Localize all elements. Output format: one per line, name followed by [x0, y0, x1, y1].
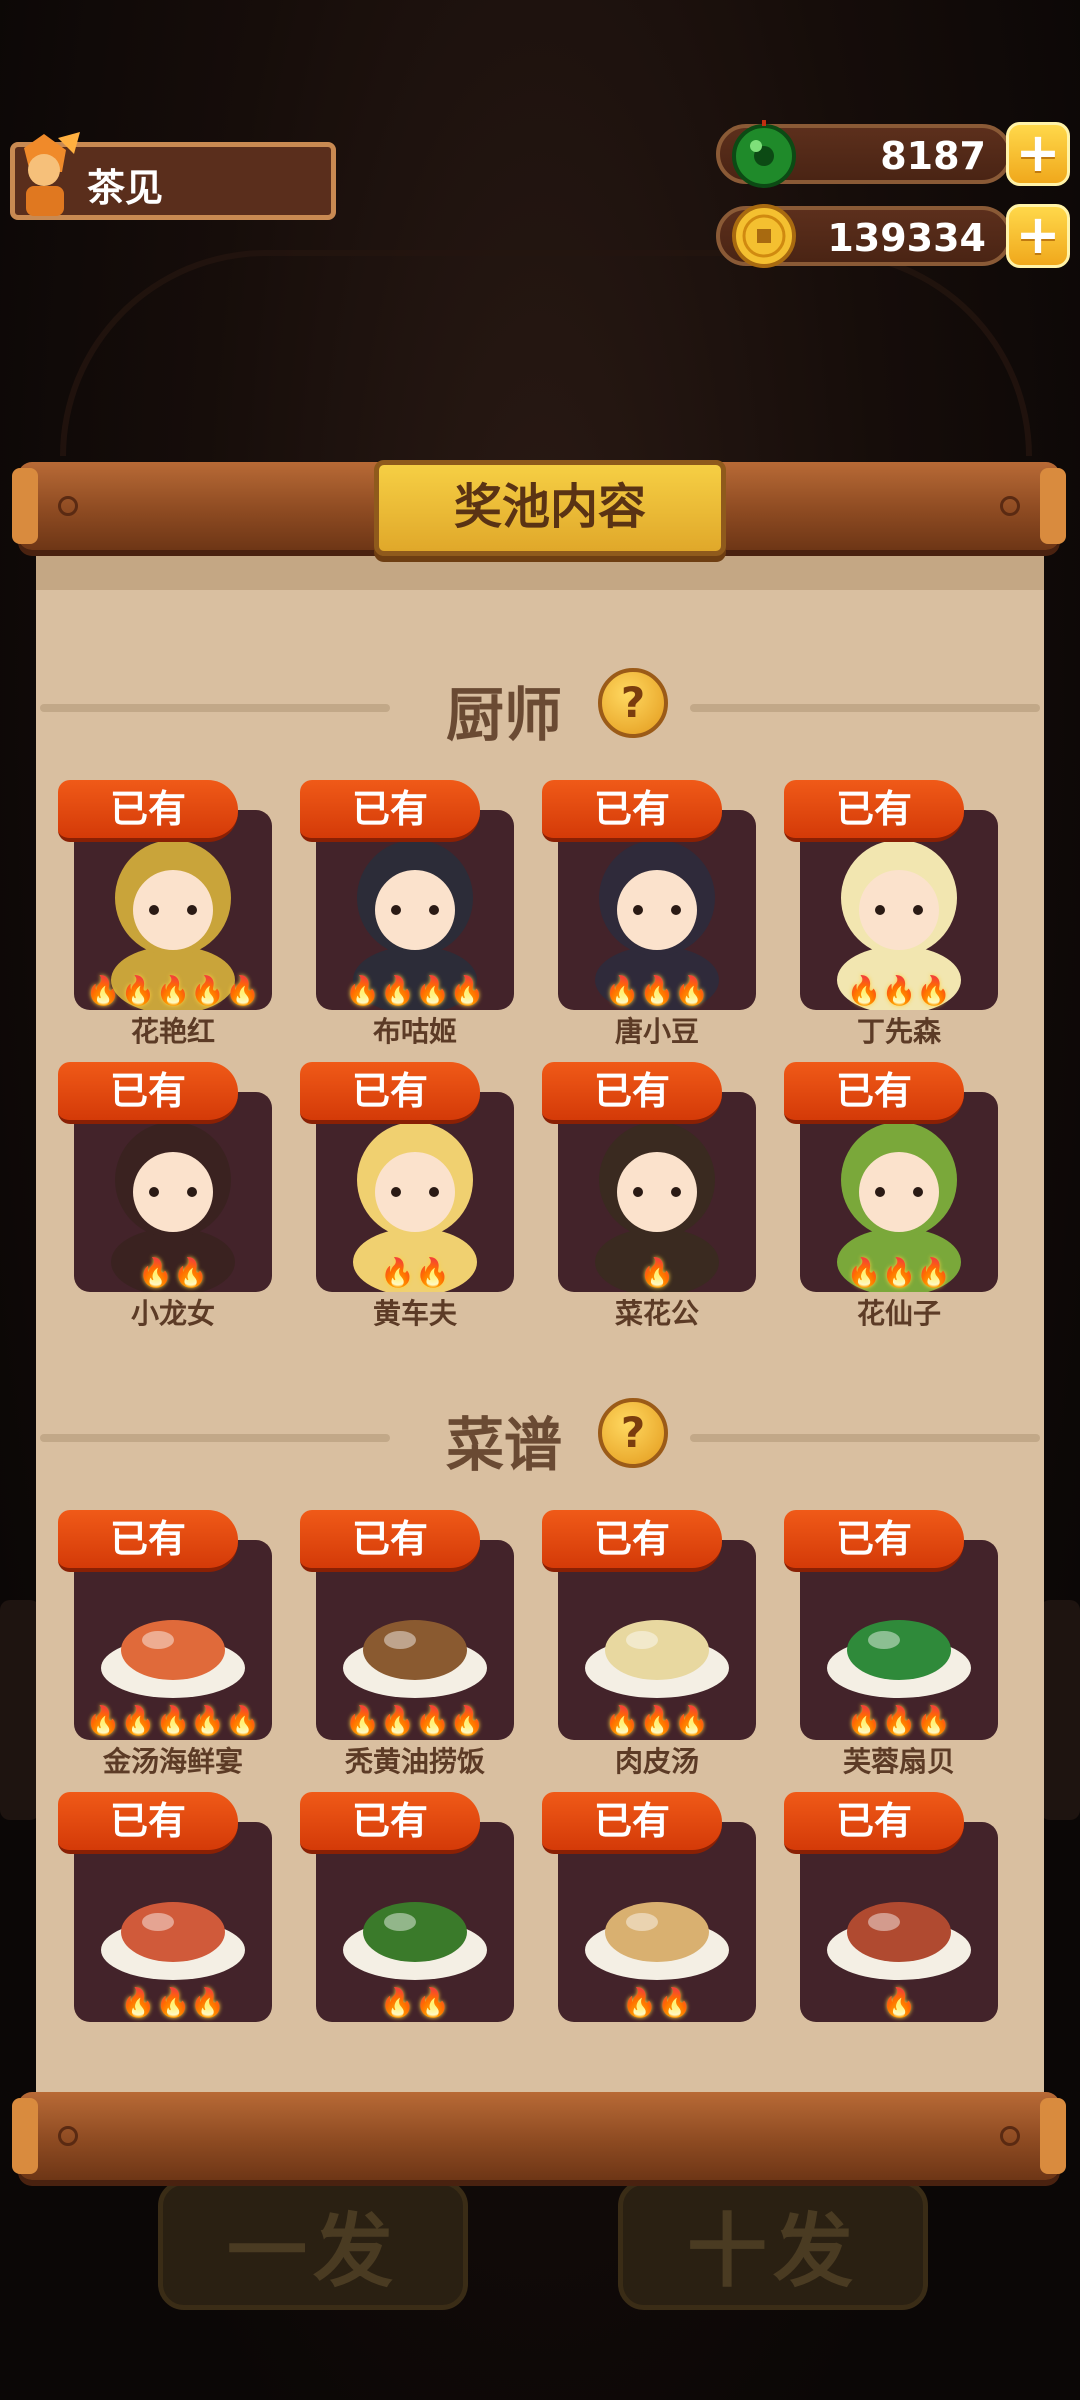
chef-name: 花仙子 — [856, 1297, 941, 1330]
owned-badge: 已有 — [542, 780, 722, 842]
rod-nail-left — [58, 2126, 78, 2146]
recipe-help-button[interactable]: ? — [598, 1398, 668, 1468]
chef-section-title: 厨师 — [446, 681, 563, 749]
jade-amount: 8187 — [880, 134, 986, 178]
rarity-flames-icon: 🔥🔥 — [380, 1256, 450, 1289]
rarity-flames-icon: 🔥🔥🔥🔥 — [345, 974, 485, 1007]
chef-name: 唐小豆 — [614, 1015, 699, 1048]
rarity-flames-icon: 🔥🔥🔥 — [846, 974, 952, 1007]
rarity-flames-icon: 🔥🔥🔥🔥🔥 — [85, 1704, 261, 1737]
draw-one-button-bg: 一发 — [158, 2180, 468, 2310]
rarity-flames-icon: 🔥🔥🔥 — [846, 1704, 952, 1737]
rarity-flames-icon: 🔥🔥 — [138, 1256, 208, 1289]
rarity-flames-icon: 🔥🔥🔥 — [604, 1704, 710, 1737]
section-divider-right — [690, 1434, 1040, 1442]
rod-cap-right — [1040, 2098, 1066, 2174]
recipe-section-title: 菜谱 — [446, 1411, 563, 1479]
section-divider-left — [40, 704, 390, 712]
owned-badge: 已有 — [784, 1792, 964, 1854]
chef-help-button[interactable]: ? — [598, 668, 668, 738]
owned-badge: 已有 — [300, 1792, 480, 1854]
owned-badge: 已有 — [542, 1510, 722, 1572]
background-left-edge — [0, 1600, 40, 1820]
owned-badge: 已有 — [58, 1510, 238, 1572]
background-arch — [60, 250, 1032, 456]
section-divider-left — [40, 1434, 390, 1442]
background-right-edge — [1040, 1600, 1080, 1820]
owned-badge: 已有 — [300, 1510, 480, 1572]
owned-badge: 已有 — [300, 1062, 480, 1124]
scroll-bottom-rod — [12, 2092, 1066, 2180]
owned-badge: 已有 — [784, 780, 964, 842]
add-jade-button[interactable]: + — [1006, 122, 1070, 186]
player-name: 茶见 — [87, 166, 164, 210]
rod-nail-right — [1000, 496, 1020, 516]
rarity-flames-icon: 🔥 — [881, 1986, 917, 2019]
rarity-flames-icon: 🔥🔥 — [380, 1986, 450, 2019]
panel-title: 奖池内容 — [374, 460, 726, 556]
owned-badge: 已有 — [58, 1062, 238, 1124]
rarity-flames-icon: 🔥🔥 — [622, 1986, 692, 2019]
jade-icon — [732, 120, 796, 188]
owned-badge: 已有 — [542, 1792, 722, 1854]
rod-cap-right — [1040, 468, 1066, 544]
coin-icon — [732, 204, 796, 268]
rarity-flames-icon: 🔥🔥🔥 — [604, 974, 710, 1007]
chef-name: 小龙女 — [130, 1297, 215, 1330]
add-coin-button[interactable]: + — [1006, 204, 1070, 268]
chef-name: 布咕姬 — [372, 1015, 457, 1048]
rarity-flames-icon: 🔥🔥🔥🔥 — [345, 1704, 485, 1737]
rod-cap-left — [12, 2098, 38, 2174]
owned-badge: 已有 — [784, 1510, 964, 1572]
draw-ten-button-bg: 十发 — [618, 2180, 928, 2310]
owned-badge: 已有 — [58, 1792, 238, 1854]
recipe-name: 肉皮汤 — [614, 1745, 699, 1778]
chef-name: 黄车夫 — [372, 1297, 457, 1330]
rod-cap-left — [12, 468, 38, 544]
rod-nail-left — [58, 496, 78, 516]
owned-badge: 已有 — [784, 1062, 964, 1124]
rarity-flames-icon: 🔥 — [639, 1256, 675, 1289]
chef-name: 菜花公 — [614, 1297, 699, 1330]
owned-badge: 已有 — [300, 780, 480, 842]
recipe-name: 芙蓉扇贝 — [842, 1745, 955, 1778]
owned-badge: 已有 — [58, 780, 238, 842]
rarity-flames-icon: 🔥🔥🔥 — [846, 1256, 952, 1289]
section-divider-right — [690, 704, 1040, 712]
rarity-flames-icon: 🔥🔥🔥🔥🔥 — [85, 974, 261, 1007]
chef-name: 花艳红 — [130, 1015, 215, 1048]
coin-amount: 139334 — [827, 216, 986, 260]
chef-name: 丁先森 — [856, 1015, 941, 1048]
recipe-name: 金汤海鲜宴 — [102, 1745, 243, 1778]
owned-badge: 已有 — [542, 1062, 722, 1124]
player-avatar-icon[interactable] — [4, 128, 86, 224]
recipe-name: 秃黄油捞饭 — [344, 1745, 485, 1778]
rarity-flames-icon: 🔥🔥🔥 — [120, 1986, 226, 2019]
rod-nail-right — [1000, 2126, 1020, 2146]
